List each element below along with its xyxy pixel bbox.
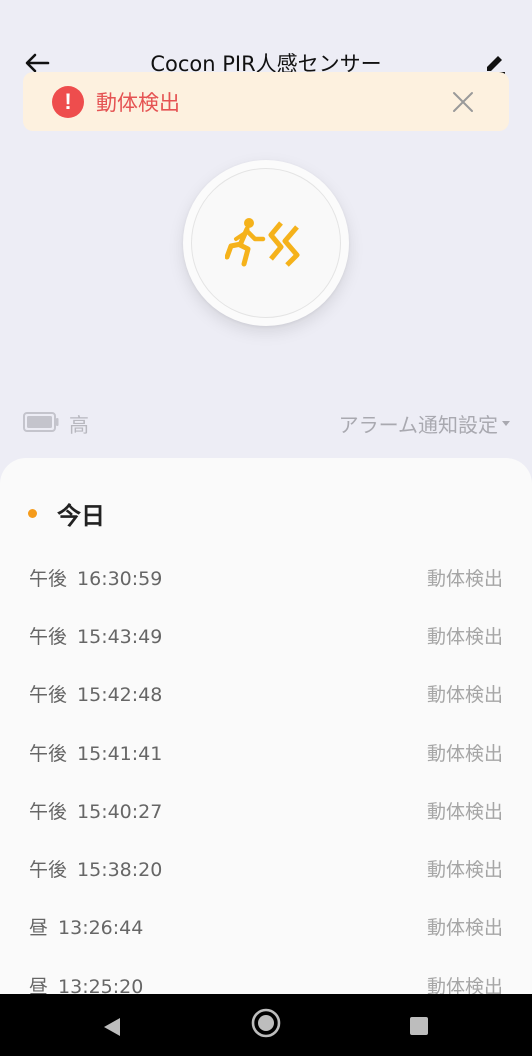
alarm-settings-label: アラーム通知設定	[338, 413, 498, 437]
log-clock: 15:41:41	[77, 742, 163, 765]
nav-recents-icon[interactable]	[410, 1017, 428, 1035]
log-clock: 13:26:44	[58, 917, 144, 940]
device-status-row: 高 アラーム通知設定	[0, 398, 532, 448]
log-time: 午後 15:38:20	[29, 855, 162, 882]
exclamation-icon: !	[52, 85, 84, 118]
running-motion-icon	[225, 218, 300, 267]
sensor-status-button[interactable]	[183, 160, 349, 326]
log-period: 昼	[29, 917, 49, 940]
system-navigation-bar	[0, 994, 532, 1056]
log-event: 動体検出	[426, 917, 503, 940]
log-event: 動体検出	[426, 684, 503, 707]
nav-home-icon[interactable]	[250, 1007, 282, 1039]
log-section-header: 今日	[28, 496, 105, 531]
caret-down-icon	[502, 421, 510, 426]
log-row: 昼 13:26:44 動体検出	[0, 898, 532, 956]
alert-text: 動体検出	[96, 90, 180, 115]
log-clock: 16:30:59	[77, 567, 163, 590]
battery-level-label: 高	[69, 413, 89, 437]
log-clock: 15:42:48	[77, 684, 163, 707]
log-time: 午後 16:30:59	[29, 564, 162, 591]
log-time: 午後 15:42:48	[29, 680, 162, 707]
section-label: 今日	[57, 502, 105, 530]
log-event: 動体検出	[426, 567, 503, 590]
pencil-icon	[486, 56, 505, 74]
log-row: 午後 15:40:27 動体検出	[0, 781, 532, 839]
event-log-panel: 今日 午後 16:30:59 動体検出 午後 15:43:49 動体検出 午後 15:…	[0, 458, 532, 1056]
section-dot	[28, 509, 37, 518]
log-period: 午後	[29, 800, 68, 823]
log-row: 午後 15:41:41 動体検出	[0, 723, 532, 781]
log-time: 午後 15:43:49	[29, 622, 162, 649]
log-time: 昼 13:26:44	[29, 913, 143, 940]
motion-alert-banner: ! 動体検出	[23, 72, 509, 131]
log-clock: 15:40:27	[77, 800, 163, 823]
log-event: 動体検出	[426, 742, 503, 765]
log-time: 午後 15:40:27	[29, 797, 162, 824]
log-event: 動体検出	[426, 625, 503, 648]
nav-back-icon[interactable]	[102, 1016, 122, 1038]
log-event: 動体検出	[426, 859, 503, 882]
log-row: 午後 16:30:59 動体検出	[0, 548, 532, 606]
close-icon[interactable]	[451, 90, 475, 114]
alarm-notification-settings-dropdown[interactable]: アラーム通知設定	[339, 409, 510, 438]
arrow-left-icon	[25, 53, 50, 73]
log-row: 午後 15:38:20 動体検出	[0, 839, 532, 897]
log-row: 午後 15:43:49 動体検出	[0, 606, 532, 664]
log-time: 午後 15:41:41	[29, 739, 162, 766]
log-period: 午後	[29, 684, 68, 707]
log-period: 午後	[29, 567, 68, 590]
log-period: 午後	[29, 859, 68, 882]
sensor-status-face	[191, 168, 341, 318]
log-clock: 15:43:49	[77, 625, 163, 648]
log-period: 午後	[29, 742, 68, 765]
battery-icon	[23, 412, 59, 432]
log-clock: 15:38:20	[77, 859, 163, 882]
log-row: 午後 15:42:48 動体検出	[0, 665, 532, 723]
log-event: 動体検出	[426, 800, 503, 823]
event-log-list: 午後 16:30:59 動体検出 午後 15:43:49 動体検出 午後 15:42:…	[0, 548, 532, 1014]
log-period: 午後	[29, 625, 68, 648]
